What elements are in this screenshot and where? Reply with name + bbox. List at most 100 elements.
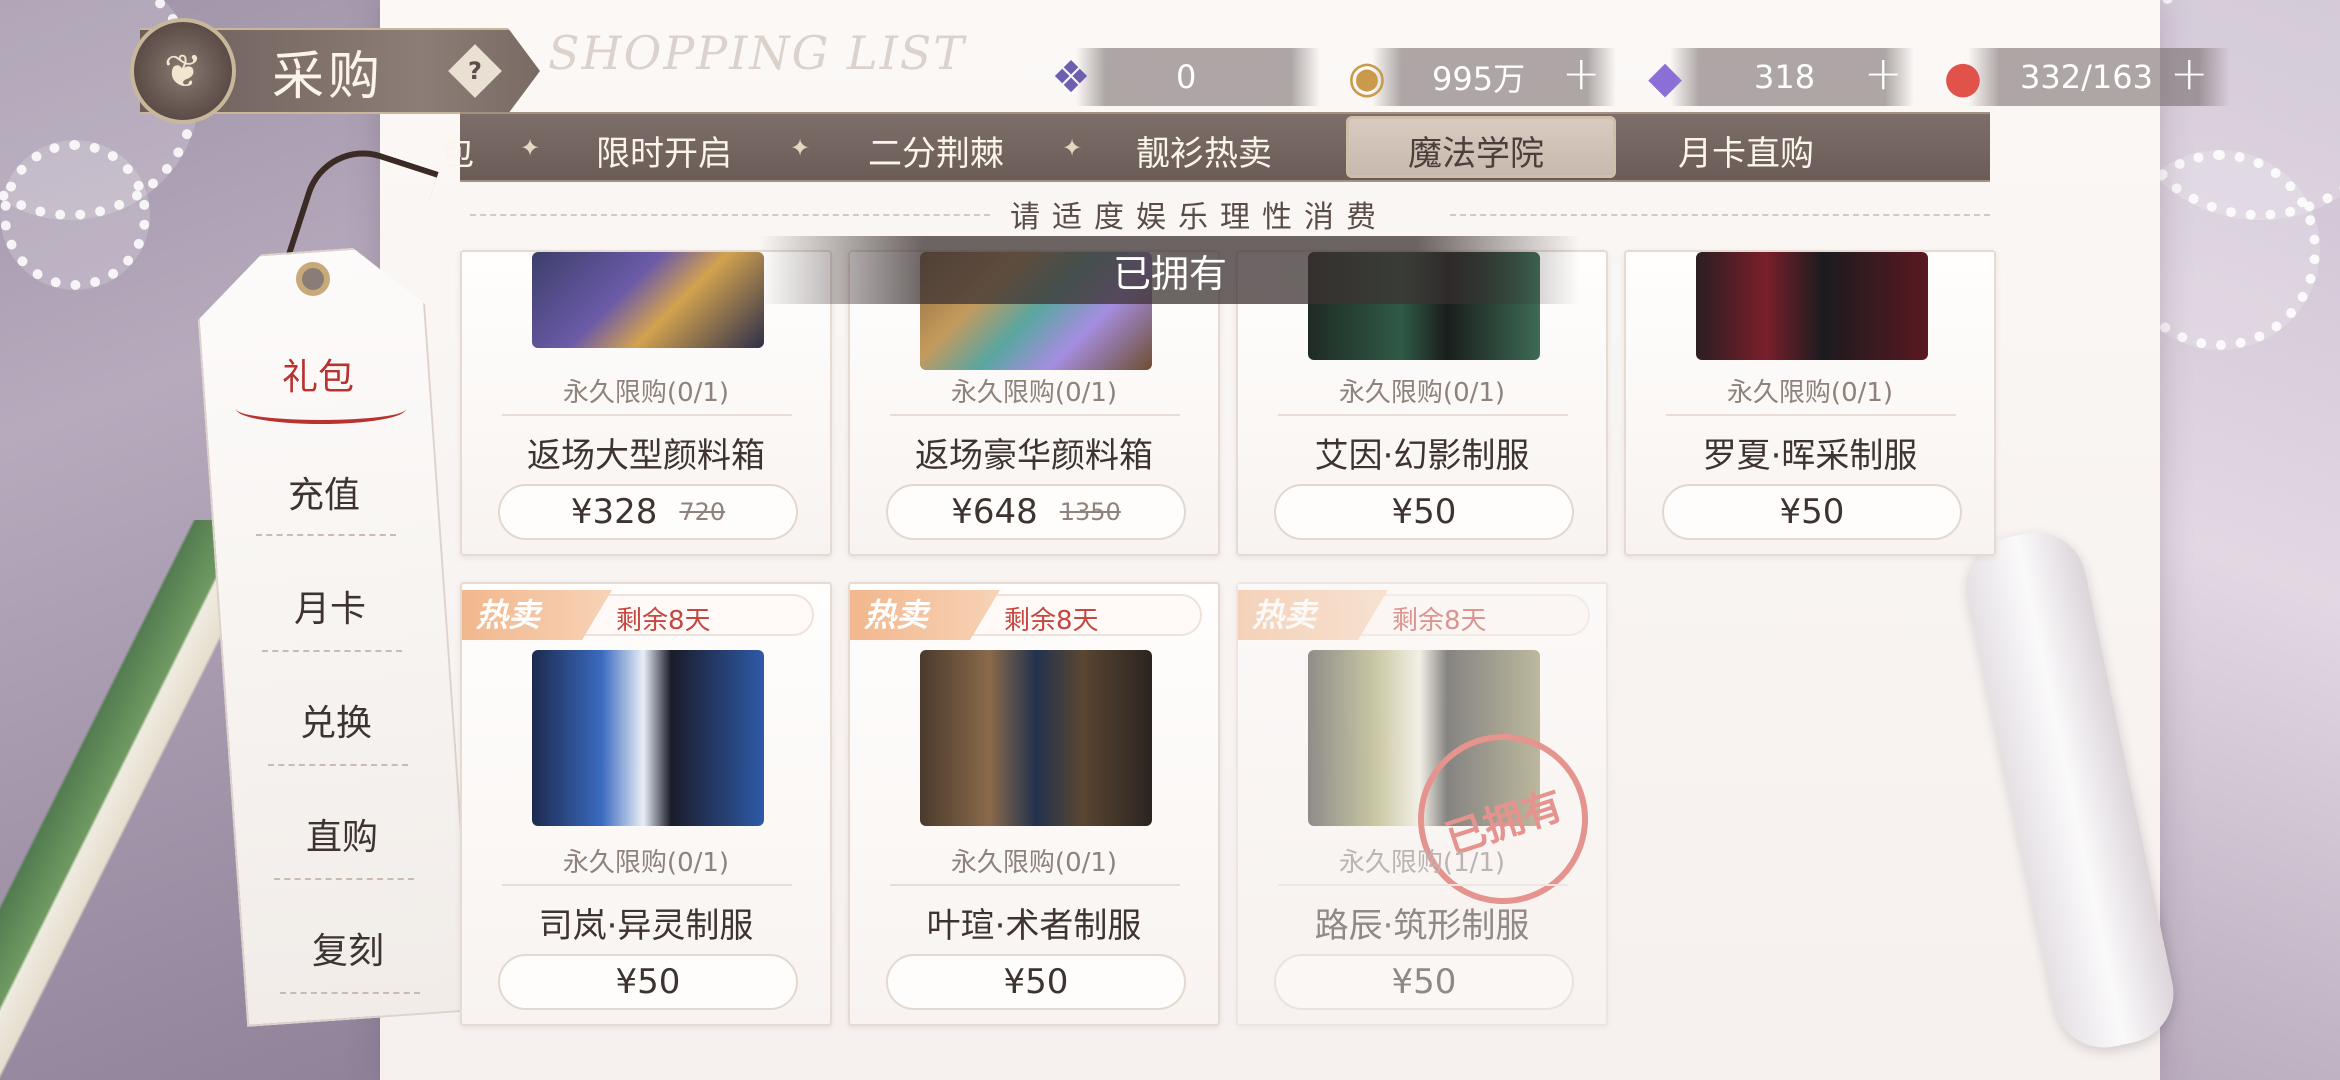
price: ¥50 <box>1779 492 1845 532</box>
product-name: 叶瑄·术者制服 <box>926 906 1142 946</box>
question-icon: ? <box>468 56 482 85</box>
currency-coin: ◉ 995万 + <box>1348 46 1616 106</box>
remaining-days: 剩余8天 <box>1004 606 1099 636</box>
nav-recharge[interactable]: 充值 <box>288 466 360 518</box>
price-button[interactable]: ¥50 <box>498 954 798 1010</box>
diamond-value: 318 <box>1754 58 1816 96</box>
coin-value: 995万 <box>1432 60 1526 98</box>
coin-icon: ◉ <box>1347 51 1387 103</box>
product-card[interactable]: 剩余8天 热卖 永久限购(0/1) 司岚·异灵制服 ¥50 <box>460 582 832 1026</box>
price-button[interactable]: ¥648 1350 <box>886 484 1186 540</box>
nav-divider <box>268 764 408 766</box>
cake-stamina-icon: ● <box>1943 51 1983 103</box>
remaining-time-box: 剩余8天 <box>1350 594 1590 636</box>
hot-sale-tag: 剩余8天 热卖 <box>1238 590 1590 640</box>
remaining-time-box: 剩余8天 <box>574 594 814 636</box>
card-divider <box>890 414 1180 416</box>
product-name: 罗夏·晖采制服 <box>1702 436 1918 476</box>
owned-toast: 已拥有 <box>760 236 1580 304</box>
nav-reprint[interactable]: 复刻 <box>312 922 384 974</box>
shopping-list-watermark: SHOPPING LIST <box>548 26 966 80</box>
nav-divider <box>256 534 396 536</box>
tab-monthly-card[interactable]: 月卡直购 <box>1678 126 1814 175</box>
price: ¥50 <box>1391 962 1457 1002</box>
currency-diamond: ◆ 318 + <box>1648 46 1914 106</box>
purchase-limit: 永久限购(0/1) <box>950 848 1118 878</box>
price-button[interactable]: ¥50 <box>886 954 1186 1010</box>
price: ¥50 <box>1391 492 1457 532</box>
add-coin-button[interactable]: + <box>1562 46 1601 100</box>
nav-direct-buy[interactable]: 直购 <box>306 808 378 860</box>
lace-decoration <box>0 140 150 290</box>
remaining-days: 剩余8天 <box>1392 606 1487 636</box>
card-divider <box>1666 414 1956 416</box>
purchase-limit: 永久限购(0/1) <box>1726 378 1894 408</box>
butterfly-icon: ❦ <box>130 18 236 124</box>
spending-notice: 请适度娱乐理性消费 <box>1010 200 1388 235</box>
uniform-image <box>532 650 764 826</box>
purchase-limit: 永久限购(0/1) <box>562 848 730 878</box>
nav-divider <box>280 992 420 994</box>
purchase-limit: 永久限购(0/1) <box>950 378 1118 408</box>
purchase-limit: 永久限购(0/1) <box>562 378 730 408</box>
product-card-owned[interactable]: 剩余8天 热卖 已拥有 永久限购(1/1) 路辰·筑形制服 ¥50 <box>1236 582 1608 1026</box>
paint-box-image <box>532 252 764 348</box>
card-divider <box>1278 414 1568 416</box>
price: ¥50 <box>1003 962 1069 1002</box>
hot-sale-tag: 剩余8天 热卖 <box>462 590 814 640</box>
hot-sale-tag: 剩余8天 热卖 <box>850 590 1202 640</box>
remaining-time-box: 剩余8天 <box>962 594 1202 636</box>
add-stamina-button[interactable]: + <box>2170 46 2209 100</box>
ticket-icon: ❖ <box>1051 51 1091 103</box>
price: ¥648 <box>951 492 1038 532</box>
price: ¥50 <box>615 962 681 1002</box>
original-price: 720 <box>679 498 726 526</box>
add-diamond-button[interactable]: + <box>1864 46 1903 100</box>
price: ¥328 <box>570 492 658 532</box>
card-divider <box>502 884 792 886</box>
nav-exchange[interactable]: 兑换 <box>300 694 372 746</box>
product-card[interactable]: 剩余8天 热卖 永久限购(0/1) 叶瑄·术者制服 ¥50 <box>848 582 1220 1026</box>
price-button[interactable]: ¥50 <box>1274 954 1574 1010</box>
card-divider <box>1278 884 1568 886</box>
uniform-image <box>920 650 1152 826</box>
tab-outfit-sale[interactable]: 靓衫热卖 <box>1136 126 1272 175</box>
product-name: 路辰·筑形制服 <box>1314 906 1530 946</box>
nav-divider <box>262 650 402 652</box>
price-button[interactable]: ¥50 <box>1274 484 1574 540</box>
page-title: 采购 <box>272 47 385 107</box>
original-price: 1350 <box>1059 498 1121 526</box>
remaining-days: 剩余8天 <box>616 606 711 636</box>
product-name: 艾因·幻影制服 <box>1314 436 1530 476</box>
uniform-image <box>1696 252 1928 360</box>
card-divider <box>890 884 1180 886</box>
diamond-icon: ◆ <box>1648 51 1682 103</box>
notice-divider <box>1450 214 1990 216</box>
product-name: 司岚·异灵制服 <box>538 906 754 946</box>
tab-gift-pack[interactable]: 包 <box>440 126 474 175</box>
nav-monthly-card[interactable]: 月卡 <box>294 580 366 632</box>
product-name: 返场大型颜料箱 <box>527 436 765 476</box>
stamina-value: 332/163 <box>2020 58 2153 96</box>
purchase-limit: 永久限购(0/1) <box>1338 378 1506 408</box>
ticket-value: 0 <box>1176 58 1197 96</box>
nav-divider <box>274 878 414 880</box>
tab-magic-academy[interactable]: 魔法学院 <box>1408 126 1544 175</box>
currency-stamina: ● 332/163 + <box>1944 46 2230 106</box>
tab-bramble[interactable]: 二分荆棘 <box>868 126 1004 175</box>
tag-eyelet <box>296 262 330 296</box>
product-card[interactable]: 永久限购(0/1) 罗夏·晖采制服 ¥50 <box>1624 250 1996 556</box>
purchase-limit: 永久限购(1/1) <box>1338 848 1506 878</box>
tab-separator-icon: ✦ <box>790 134 811 162</box>
nav-active-underline <box>236 394 406 424</box>
tab-limited-open[interactable]: 限时开启 <box>596 126 732 175</box>
card-divider <box>502 414 792 416</box>
tab-separator-icon: ✦ <box>520 134 541 162</box>
tab-separator-icon: ✦ <box>1062 134 1083 162</box>
currency-ticket: ❖ 0 <box>1051 48 1320 106</box>
price-button[interactable]: ¥50 <box>1662 484 1962 540</box>
price-button[interactable]: ¥328 720 <box>498 484 798 540</box>
product-name: 返场豪华颜料箱 <box>915 436 1153 476</box>
nav-gift-pack[interactable]: 礼包 <box>282 348 354 400</box>
notice-divider <box>470 214 990 216</box>
